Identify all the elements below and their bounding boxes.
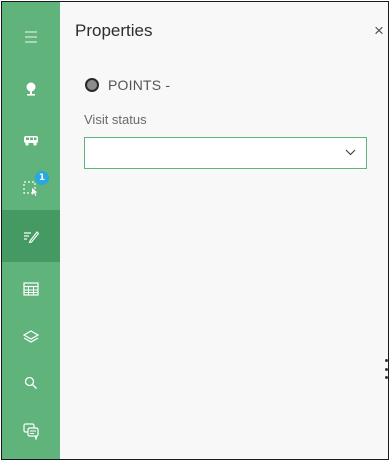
vehicle-icon (24, 136, 38, 146)
layer-header: POINTS - (85, 77, 170, 93)
layer-name: POINTS - (108, 77, 171, 93)
table-icon (23, 282, 39, 296)
chevron-down-icon (345, 149, 356, 156)
visit-status-select[interactable] (84, 137, 367, 169)
tree-icon (26, 82, 36, 96)
sidebar-item-layers[interactable] (2, 312, 60, 362)
edit-icon (24, 231, 40, 244)
menu-icon (25, 31, 37, 43)
app-window: 1 Properties × POINTS - Visit status (1, 1, 389, 460)
sidebar-item-chat[interactable] (2, 406, 60, 456)
sidebar: 1 (2, 2, 60, 459)
properties-panel: Properties × POINTS - Visit status (60, 2, 388, 459)
sidebar-item-table[interactable] (2, 264, 60, 314)
selection-count-badge: 1 (35, 171, 49, 185)
layer-symbol-icon (85, 78, 99, 92)
sidebar-item-tree[interactable] (2, 64, 60, 114)
sidebar-item-select[interactable]: 1 (2, 162, 60, 212)
chat-icon (23, 423, 39, 440)
sidebar-item-menu[interactable] (2, 12, 60, 62)
search-icon (24, 376, 37, 389)
sidebar-item-search[interactable] (2, 358, 60, 408)
more-options-handle[interactable] (383, 359, 388, 379)
layers-icon (23, 330, 39, 343)
sidebar-item-edit[interactable] (2, 210, 60, 262)
close-button[interactable]: × (371, 21, 387, 41)
panel-title: Properties (75, 21, 153, 40)
sidebar-item-vehicle[interactable] (2, 115, 60, 165)
visit-status-label: Visit status (84, 112, 147, 127)
